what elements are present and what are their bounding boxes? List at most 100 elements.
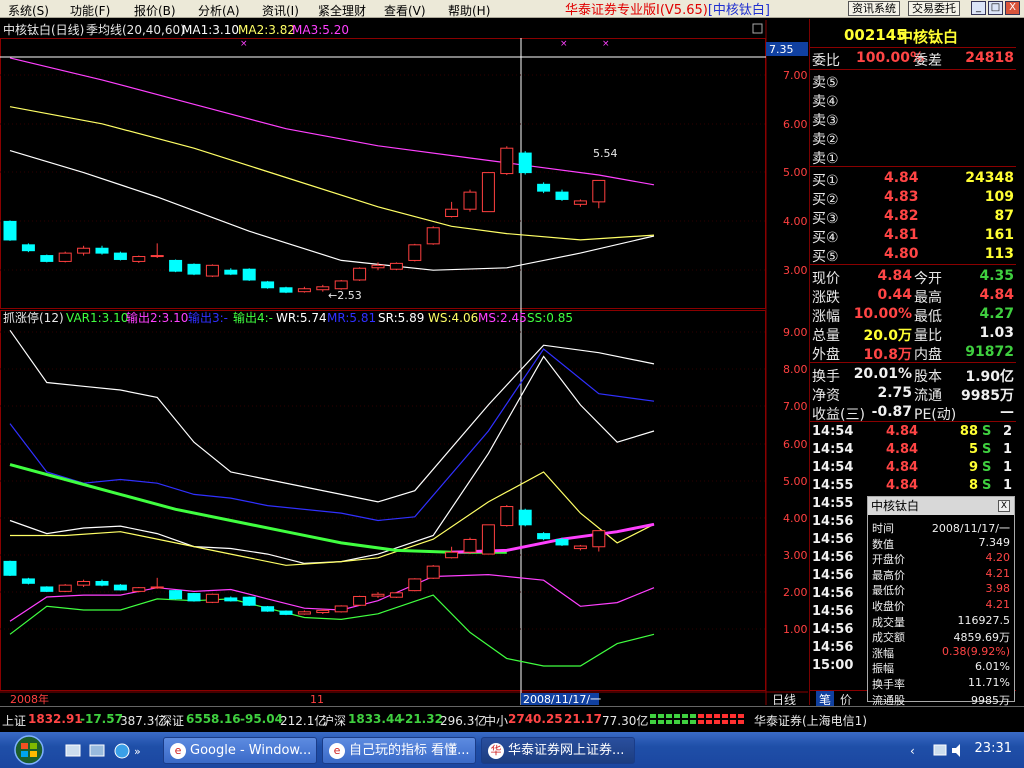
price-tick-label: 5.00 (783, 166, 808, 179)
sell-3-row[interactable]: 卖③ (810, 109, 1016, 129)
popup-title[interactable]: 中核钛白 (868, 497, 1014, 515)
minimize-button[interactable]: _ (971, 1, 986, 15)
sub-candle (3, 560, 17, 576)
popup-value: 4.20 (985, 551, 1011, 565)
sz-label: 深证 (160, 714, 185, 728)
buy-volume: 87 (994, 208, 1014, 224)
sub-candle (481, 524, 495, 555)
sub-line-ss (9, 594, 655, 667)
sell-4-row[interactable]: 卖④ (810, 90, 1016, 110)
stat-value-1: 0.44 (877, 287, 912, 303)
sell-2-label: 卖② (812, 132, 839, 148)
sub-candle (537, 532, 551, 541)
popup-value: 4.21 (985, 566, 1011, 580)
price-tick-label: 3.00 (783, 264, 808, 277)
buy-price: 4.81 (884, 227, 919, 243)
buy-row[interactable]: 买② 4.83 109 (810, 188, 1016, 208)
buy-row[interactable]: 买④ 4.81 161 (810, 226, 1016, 246)
sep-4 (810, 264, 1016, 265)
tick-time: 14:56 (812, 622, 854, 637)
chart-area[interactable]: 中核钛白(日线) 季均线(20,40,60) MA1:3.10 MA2:3.82… (0, 19, 808, 705)
menu-function[interactable]: 功能(F) (70, 2, 110, 19)
sub-candle (408, 578, 422, 592)
buy-row[interactable]: 买① 4.84 24348 (810, 169, 1016, 189)
fund-label-1: 换手 (812, 369, 840, 385)
task-huatai-label: 华泰证券网上证券... (508, 743, 625, 758)
tick-row[interactable]: 14:54 4.84 9 S 1 (810, 459, 1016, 477)
popup-close-button[interactable]: X (998, 500, 1010, 512)
tray-icons[interactable]: ‹ (910, 742, 970, 760)
task-indicator-label: 自己玩的指标 看懂... (349, 743, 470, 758)
menu-finance[interactable]: 紧全理财 (318, 2, 366, 19)
tick-price: 4.84 (886, 442, 919, 457)
sub-tick-label: 9.00 (783, 326, 808, 339)
sell-5-row[interactable]: 卖⑤ (810, 71, 1016, 91)
tab-daily[interactable]: 日线 (772, 693, 796, 705)
zx-change: 21.17 (564, 712, 602, 726)
sub-out3: 输出3:- (188, 310, 228, 325)
tick-time: 14:54 (812, 424, 854, 439)
trade-button[interactable]: 交易委托 (908, 1, 960, 16)
sub-candle (242, 596, 256, 606)
menu-system[interactable]: 系统(S) (8, 2, 49, 19)
stat-value-2: 1.03 (979, 325, 1014, 341)
stat-row: 涨幅 10.00% 最低 4.27 (810, 305, 1016, 325)
buy-row[interactable]: 买⑤ 4.80 113 (810, 245, 1016, 265)
sub-candle (592, 530, 606, 552)
tick-row[interactable]: 14:55 4.84 8 S 1 (810, 477, 1016, 495)
popup-row: 开盘价 4.20 (868, 550, 1014, 566)
chart-ma1-label: MA1:3.10 (182, 23, 239, 37)
info-popup[interactable]: 中核钛白 X 时间 2008/11/17/一 数值 7.349 开盘价 4.20 最高价 4.… (867, 496, 1015, 707)
main-candle (463, 189, 477, 212)
buy-row[interactable]: 买③ 4.82 87 (810, 207, 1016, 227)
close-button[interactable]: X (1005, 1, 1020, 15)
tick-time: 15:00 (812, 658, 854, 673)
popup-value: 0.38(9.92%) (941, 644, 1010, 658)
main-candle (573, 199, 587, 207)
maximize-button[interactable]: □ (988, 1, 1003, 15)
start-button-icon[interactable] (6, 735, 52, 765)
popup-row: 成交量 116927.5 (868, 613, 1014, 629)
popup-row: 时间 2008/11/17/一 (868, 519, 1014, 535)
tick-row[interactable]: 14:54 4.84 88 S 2 (810, 423, 1016, 441)
quicklaunch-icons[interactable]: » (64, 742, 144, 760)
popup-row: 成交额 4859.69万 (868, 628, 1014, 644)
chart-ma2-label: MA2:3.82 (238, 23, 295, 37)
popup-row: 涨幅 0.38(9.92%) (868, 644, 1014, 660)
tick-count: 1 (1002, 442, 1012, 457)
info-system-button[interactable]: 资讯系统 (848, 1, 900, 16)
buy-label: 买③ (812, 211, 839, 227)
sub-candle (261, 605, 275, 612)
chart-option-icon[interactable] (752, 23, 763, 34)
chrome-icon: e (170, 743, 186, 759)
task-indicator[interactable]: e 自己玩的指标 看懂... (322, 737, 476, 764)
svg-text:‹: ‹ (910, 744, 915, 758)
marker-x2: × (560, 39, 568, 49)
sell-2-row[interactable]: 卖② (810, 128, 1016, 148)
sh-value: 1832.91 (28, 712, 83, 726)
tick-row[interactable]: 14:54 4.84 5 S 1 (810, 441, 1016, 459)
menu-view[interactable]: 查看(V) (384, 2, 426, 19)
menu-help[interactable]: 帮助(H) (448, 2, 490, 19)
task-google[interactable]: e Google - Window... (163, 737, 317, 764)
stat-row: 总量 20.0万 量比 1.03 (810, 324, 1016, 344)
kline-chart[interactable]: 中核钛白(日线) 季均线(20,40,60) MA1:3.10 MA2:3.82… (0, 19, 808, 705)
sub-mr: MR:5.81 (327, 311, 376, 325)
hs-change: -21.32 (400, 712, 443, 726)
sell-1-row[interactable]: 卖① (810, 147, 1016, 167)
stat-value-2: 91872 (965, 344, 1014, 360)
menu-quote[interactable]: 报价(B) (134, 2, 176, 19)
buy-label: 买① (812, 173, 839, 189)
tick-time: 14:56 (812, 568, 854, 583)
sub-ms: MS:2.45 (478, 311, 527, 325)
main-candle (187, 263, 201, 276)
sub-candle (279, 610, 293, 616)
sz-value: 6558.16 (186, 712, 241, 726)
menu-analysis[interactable]: 分析(A) (198, 2, 240, 19)
sub-candle (445, 546, 459, 559)
current-price-tag-text: 7.35 (769, 43, 794, 56)
menu-info[interactable]: 资讯(I) (262, 2, 299, 19)
app-title-text: 华泰证券专业版I(V5.65) (565, 3, 708, 18)
task-huatai[interactable]: 华华泰证券网上证券... (481, 737, 635, 764)
sub-tick-label: 4.00 (783, 512, 808, 525)
